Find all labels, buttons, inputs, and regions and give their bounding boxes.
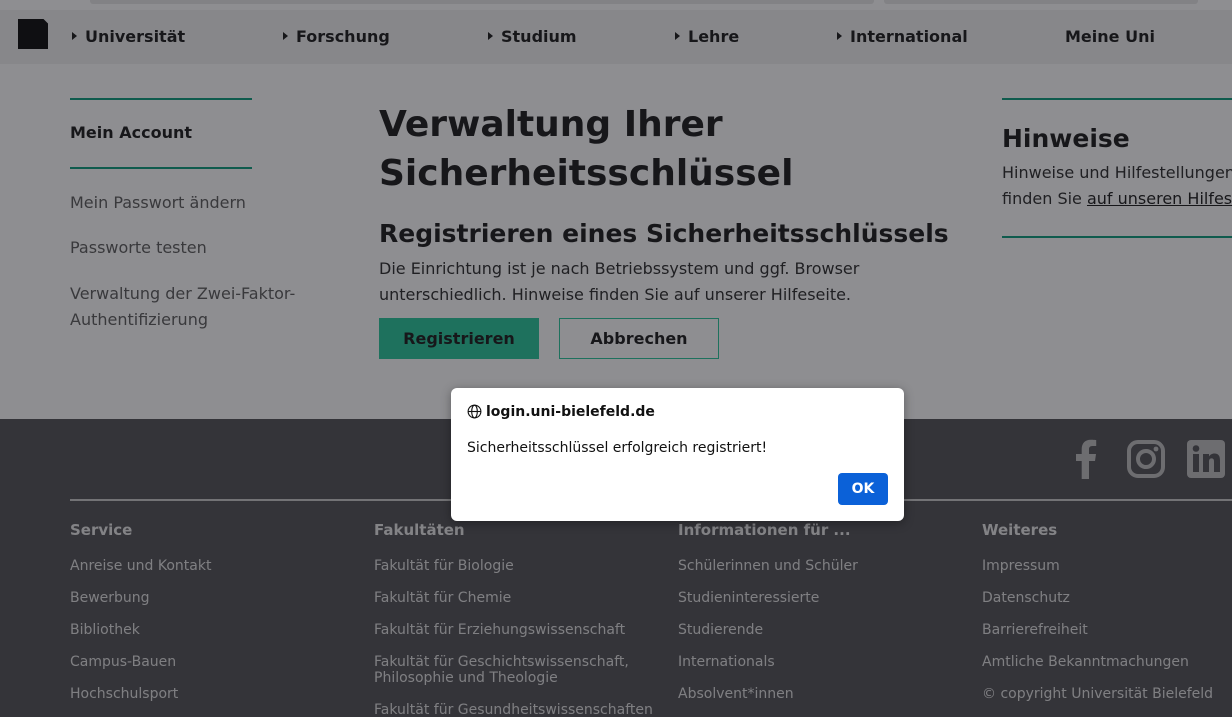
dialog-origin-text: login.uni-bielefeld.de — [486, 404, 655, 420]
dialog-ok-button[interactable]: OK — [838, 473, 888, 505]
alert-dialog: login.uni-bielefeld.de Sicherheitsschlüs… — [451, 388, 904, 521]
modal-backdrop — [0, 0, 1232, 717]
globe-icon — [467, 404, 482, 419]
dialog-origin: login.uni-bielefeld.de — [467, 404, 655, 420]
dialog-message: Sicherheitsschlüssel erfolgreich registr… — [467, 440, 768, 456]
